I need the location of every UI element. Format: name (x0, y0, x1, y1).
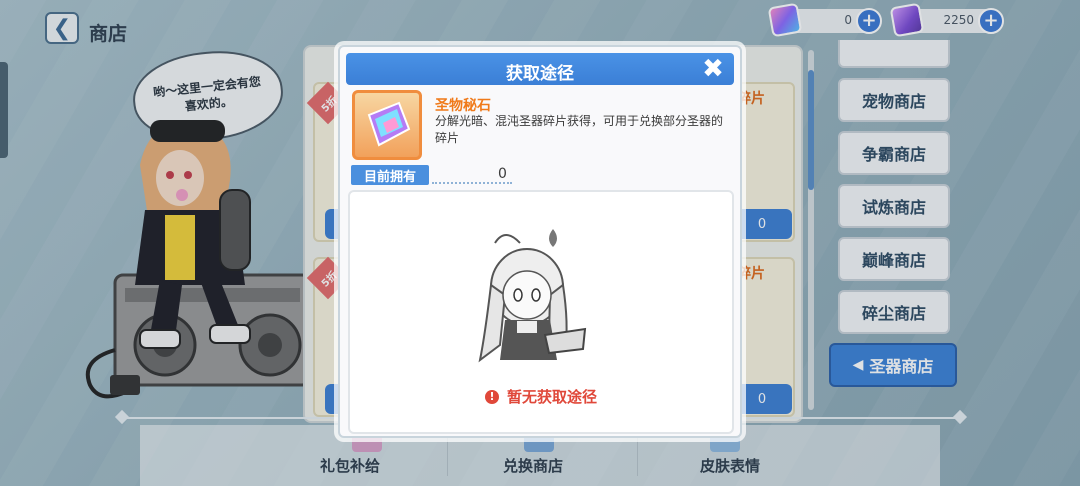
dialog-header: 获取途径 ✖ (346, 53, 734, 85)
acquisition-source-panel: ! 暂无获取途径 (348, 190, 734, 434)
item-name: 圣物秘石 (435, 98, 491, 114)
owned-label: 目前拥有 (351, 165, 429, 185)
acquisition-dialog: 获取途径 ✖ 圣物秘石 分解光暗、混沌圣器碎片获得，可用于兑换部分圣器的碎片 目… (338, 45, 742, 438)
holy-stone-item-icon (352, 90, 422, 160)
warning-icon: ! (484, 389, 499, 404)
item-description: 分解光暗、混沌圣器碎片获得，可用于兑换部分圣器的碎片 (435, 114, 724, 146)
empty-state-chibi-illustration (478, 229, 587, 363)
owned-value: 0 (498, 166, 507, 182)
close-icon: ✖ (702, 54, 724, 84)
close-button[interactable]: ✖ (698, 54, 728, 84)
dotted-divider (432, 182, 512, 184)
empty-state-message: ! 暂无获取途径 (350, 386, 732, 407)
dialog-title: 获取途径 (506, 64, 574, 84)
